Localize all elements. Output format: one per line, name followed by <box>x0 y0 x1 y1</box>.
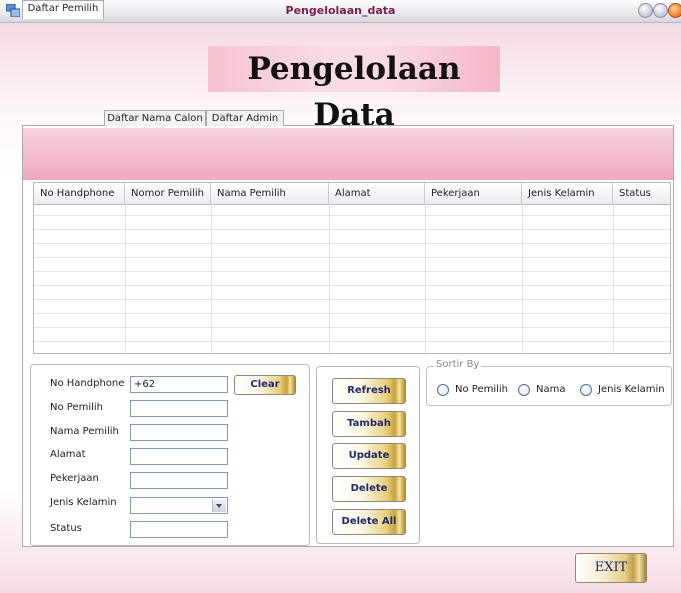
maximize-button[interactable] <box>653 3 668 18</box>
page-title: Pengelolaan Data <box>247 51 461 133</box>
grid-row-line <box>34 215 670 216</box>
tab-daftar-nama-calon[interactable]: Daftar Nama Calon <box>104 110 206 126</box>
tab-daftar-admin[interactable]: Daftar Admin <box>206 110 284 126</box>
status-label: Status <box>50 523 82 534</box>
tambah-button[interactable]: Tambah <box>332 411 406 437</box>
minimize-button[interactable] <box>638 3 653 18</box>
grid-header: No Handphone Nomor Pemilih Nama Pemilih … <box>34 183 670 205</box>
grid-row-line <box>34 229 670 230</box>
nama-pemilih-label: Nama Pemilih <box>50 426 119 437</box>
no-pemilih-field[interactable] <box>130 400 228 417</box>
grid-column-line <box>522 204 523 353</box>
column-header-nama-pemilih[interactable]: Nama Pemilih <box>211 183 329 204</box>
grid-row-line <box>34 313 670 314</box>
delete-button[interactable]: Delete <box>332 476 406 502</box>
alamat-field[interactable] <box>130 448 228 465</box>
grid-column-line <box>125 204 126 353</box>
clear-button[interactable]: Clear <box>234 375 296 395</box>
sort-radio-jenis-kelamin[interactable] <box>580 384 592 396</box>
sort-radio-jenis-kelamin-label[interactable]: Jenis Kelamin <box>598 384 665 395</box>
data-grid[interactable]: No Handphone Nomor Pemilih Nama Pemilih … <box>33 182 671 354</box>
column-header-alamat[interactable]: Alamat <box>329 183 425 204</box>
grid-row-line <box>34 299 670 300</box>
grid-row-line <box>34 341 670 342</box>
sort-radio-no-pemilih-label[interactable]: No Pemilih <box>455 384 508 395</box>
no-handphone-label: No Handphone <box>50 378 125 389</box>
chevron-down-icon[interactable] <box>212 499 226 512</box>
column-header-status[interactable]: Status <box>613 183 670 204</box>
alamat-label: Alamat <box>50 449 86 460</box>
sort-radio-nama-label[interactable]: Nama <box>536 384 565 395</box>
pekerjaan-label: Pekerjaan <box>50 473 99 484</box>
header-band <box>23 128 673 180</box>
grid-column-line <box>211 204 212 353</box>
no-handphone-field[interactable]: +62 <box>130 376 228 393</box>
exit-button[interactable]: EXIT <box>575 553 647 583</box>
sort-group-title: Sortir By <box>434 359 482 370</box>
no-pemilih-label: No Pemilih <box>50 402 104 413</box>
column-header-jenis-kelamin[interactable]: Jenis Kelamin <box>522 183 613 204</box>
status-field[interactable] <box>130 521 228 538</box>
jenis-kelamin-label: Jenis Kelamin <box>50 497 117 508</box>
delete-all-button[interactable]: Delete All <box>332 509 406 535</box>
update-button[interactable]: Update <box>332 443 406 469</box>
grid-row-line <box>34 257 670 258</box>
grid-row-line <box>34 327 670 328</box>
grid-column-line <box>425 204 426 353</box>
tab-daftar-pemilih[interactable]: Daftar Pemilih <box>22 0 104 19</box>
sort-radio-no-pemilih[interactable] <box>437 384 449 396</box>
grid-column-line <box>613 204 614 353</box>
nama-pemilih-field[interactable] <box>130 424 228 441</box>
column-header-nomor-pemilih[interactable]: Nomor Pemilih <box>125 183 211 204</box>
sort-radio-nama[interactable] <box>518 384 530 396</box>
grid-column-line <box>329 204 330 353</box>
column-header-pekerjaan[interactable]: Pekerjaan <box>425 183 522 204</box>
column-header-no-handphone[interactable]: No Handphone <box>34 183 125 204</box>
grid-row-line <box>34 271 670 272</box>
pekerjaan-field[interactable] <box>130 472 228 489</box>
refresh-button[interactable]: Refresh <box>332 378 406 404</box>
close-button[interactable] <box>668 3 681 18</box>
grid-row-line <box>34 243 670 244</box>
jenis-kelamin-select[interactable] <box>130 497 228 514</box>
grid-row-line <box>34 285 670 286</box>
